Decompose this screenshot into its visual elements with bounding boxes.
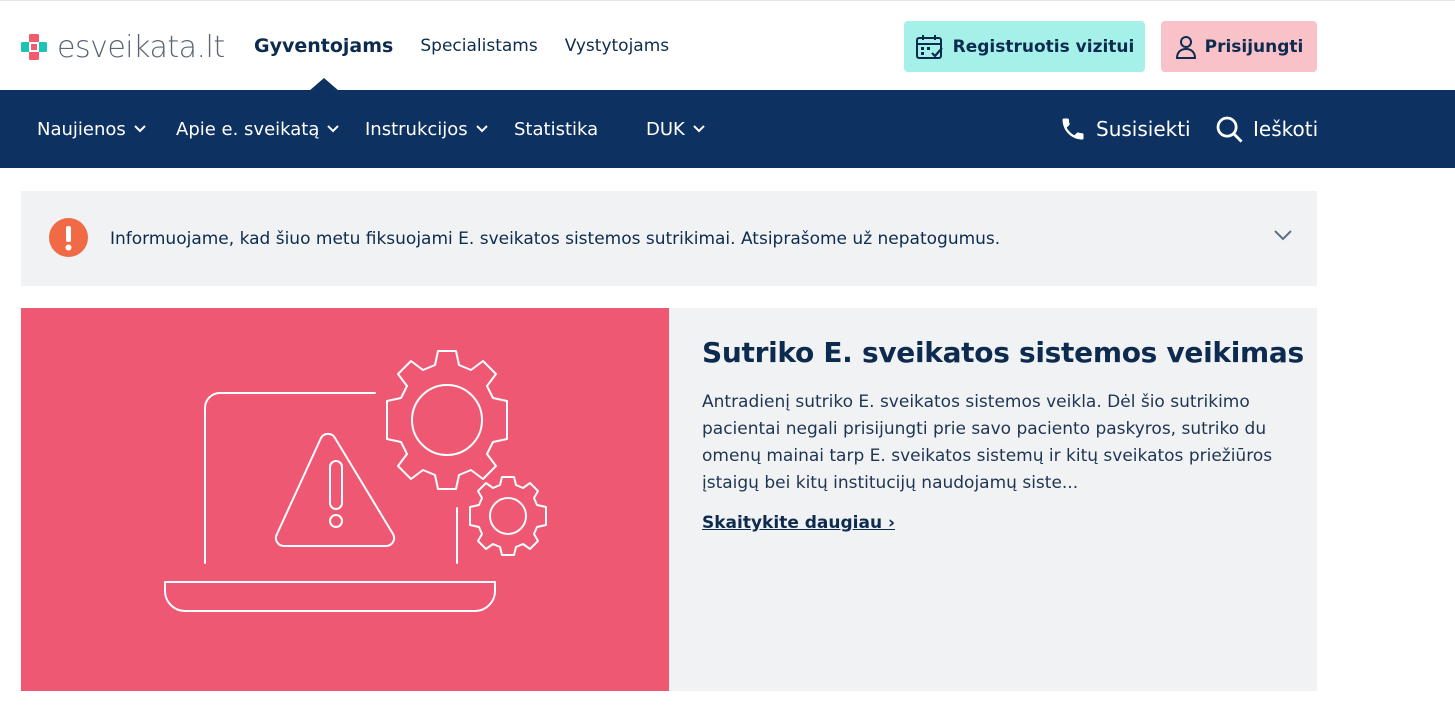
chevron-down-icon [475, 125, 488, 133]
chevron-down-icon[interactable] [1271, 223, 1295, 247]
nav-item-label: Statistika [514, 118, 599, 140]
login-button[interactable]: Prisijungti [1161, 21, 1317, 72]
phone-icon [1062, 118, 1084, 140]
user-icon [1175, 35, 1196, 59]
article-title[interactable]: Sutriko E. sveikatos sistemos veikimas [702, 336, 1304, 369]
search-icon [1216, 116, 1243, 143]
audience-tabs: Gyventojams Specialistams Vystytojams [254, 1, 696, 91]
alert-message: Informuojame, kad šiuo metu fiksuojami E… [110, 228, 1001, 249]
nav-item-label: Instrukcijos [365, 118, 468, 140]
tab-label: Vystytojams [564, 36, 670, 56]
register-visit-button[interactable]: Registruotis vizitui [904, 21, 1145, 72]
tab-specialistams[interactable]: Specialistams [420, 1, 537, 91]
nav-item-apie[interactable]: Apie e. sveikatą [176, 90, 340, 168]
contact-label: Susisiekti [1096, 117, 1191, 141]
nav-item-statistika[interactable]: Statistika [514, 90, 598, 168]
nav-item-label: Apie e. sveikatą [176, 118, 320, 140]
top-header: esveikata.lt Gyventojams Specialistams V… [0, 0, 1455, 91]
tab-vystytojams[interactable]: Vystytojams [565, 1, 669, 91]
contact-link[interactable]: Susisiekti [1059, 90, 1191, 168]
logo-text: esveikata.lt [57, 29, 225, 65]
register-label: Registruotis vizitui [952, 36, 1135, 57]
alert-banner: Informuojame, kad šiuo metu fiksuojami E… [21, 191, 1317, 286]
exclamation-icon [49, 218, 88, 257]
nav-item-label: DUK [646, 118, 685, 140]
article-excerpt: Antradienį sutriko E. sveikatos sistemos… [702, 392, 1273, 493]
tab-label: Specialistams [420, 36, 538, 56]
main-navigation: Naujienos Apie e. sveikatą Instrukcijos … [0, 90, 1455, 168]
site-logo[interactable]: esveikata.lt [20, 27, 225, 67]
nav-item-instrukcijos[interactable]: Instrukcijos [365, 90, 489, 168]
search-label: Ieškoti [1253, 117, 1319, 141]
chevron-down-icon [693, 125, 705, 133]
nav-item-label: Naujienos [37, 118, 126, 140]
nav-item-duk[interactable]: DUK [646, 90, 706, 168]
tab-label: Gyventojams [254, 35, 394, 57]
read-more-link[interactable]: Skaitykite daugiau › [702, 513, 895, 533]
medical-cross-icon [21, 34, 47, 60]
calendar-icon [915, 34, 943, 59]
laptop-warning-illustration [21, 308, 669, 691]
chevron-down-icon [327, 125, 340, 133]
chevron-down-icon [134, 125, 146, 133]
featured-article: Sutriko E. sveikatos sistemos veikimas A… [21, 308, 1317, 691]
login-label: Prisijungti [1204, 36, 1304, 57]
nav-item-naujienos[interactable]: Naujienos [37, 90, 147, 168]
tab-gyventojams[interactable]: Gyventojams [254, 1, 393, 91]
search-link[interactable]: Ieškoti [1215, 90, 1318, 168]
